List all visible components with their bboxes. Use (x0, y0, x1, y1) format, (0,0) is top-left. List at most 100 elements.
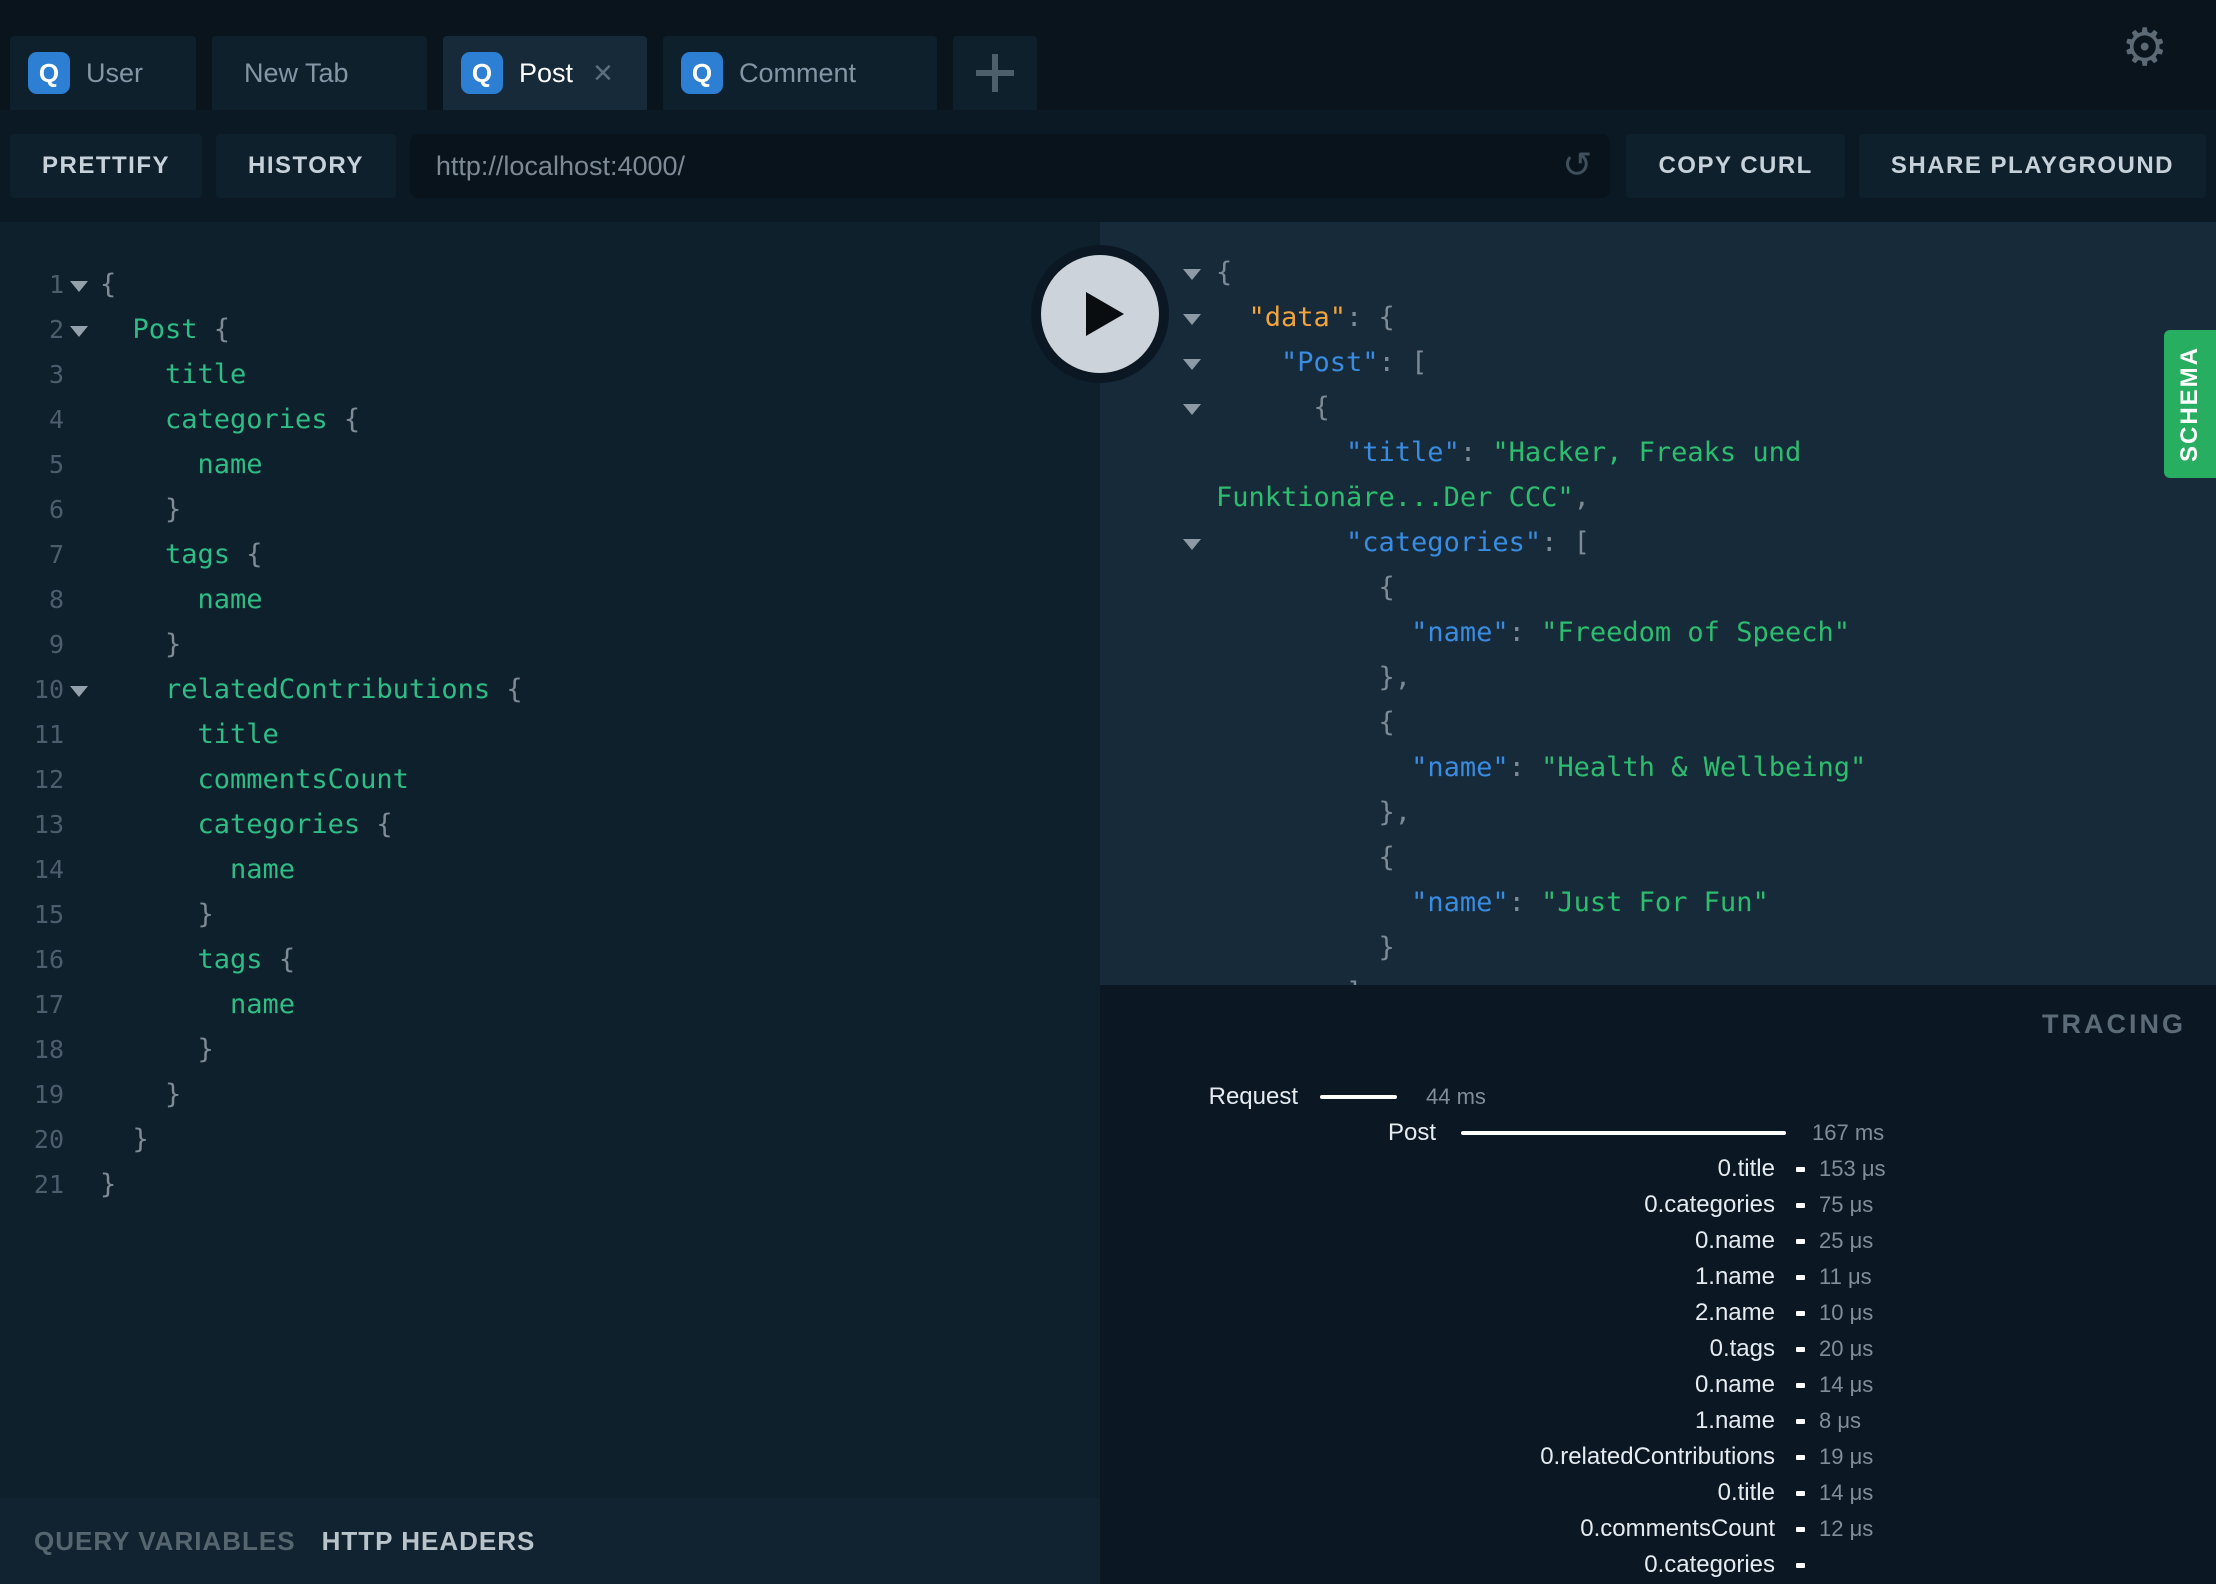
execute-query-button[interactable] (1031, 245, 1169, 383)
history-button[interactable]: HISTORY (216, 134, 396, 198)
endpoint-url-input[interactable] (409, 134, 1611, 198)
trace-row: 2.name 10 μs (1100, 1295, 2216, 1331)
trace-row: Request 44 ms (1100, 1079, 2216, 1115)
tab-label: New Tab (244, 57, 349, 88)
copy-curl-button[interactable]: COPY CURL (1626, 134, 1845, 198)
plus-icon (976, 54, 1014, 92)
tracing-title: TRACING (2042, 1009, 2186, 1039)
editor-line: 8 name (0, 577, 1100, 622)
line-number: 3 (48, 360, 64, 389)
http-headers-tab[interactable]: HTTP HEADERS (322, 1526, 536, 1557)
line-number: 15 (33, 900, 64, 929)
trace-duration-value: 14 μs (1819, 1480, 1874, 1505)
response-line: { (1100, 250, 2216, 295)
fold-arrow-icon[interactable] (70, 686, 88, 697)
collapse-arrow-icon[interactable] (1183, 269, 1201, 280)
query-pane: 1{2 Post {3 title 4 categories {5 name 6} 7 tags… (0, 222, 1100, 1584)
add-tab-button[interactable] (953, 36, 1037, 110)
line-number: 16 (33, 945, 64, 974)
trace-dash-icon (1796, 1418, 1805, 1424)
editor-line: 2 Post { (0, 307, 1100, 352)
line-number: 2 (48, 315, 64, 344)
trace-label: 0.title (1717, 1479, 1775, 1506)
trace-duration-value: 25 μs (1819, 1228, 1874, 1253)
response-line: "data": { (1100, 295, 2216, 340)
result-pane: {"data": {"Post": [{"title": "Hacker, Fr… (1100, 222, 2216, 1584)
tab-new-tab[interactable]: New Tab (212, 36, 427, 110)
response-line: "Post": [ (1100, 340, 2216, 385)
editor-line: 20} (0, 1117, 1100, 1162)
line-number: 21 (33, 1170, 64, 1199)
trace-label: 0.commentsCount (1580, 1515, 1775, 1542)
line-number: 13 (33, 810, 64, 839)
toolbar: PRETTIFY HISTORY ↺ COPY CURL SHARE PLAYG… (0, 110, 2216, 222)
trace-dash-icon (1796, 1490, 1805, 1496)
editor-line: 15} (0, 892, 1100, 937)
tab-comment[interactable]: Q Comment (663, 36, 937, 110)
trace-label: 2.name (1694, 1299, 1775, 1326)
trace-dash-icon (1796, 1382, 1805, 1388)
trace-row: 0.relatedContributions 19 μs (1100, 1439, 2216, 1475)
response-line: } (1378, 932, 1395, 963)
line-number: 20 (33, 1125, 64, 1154)
collapse-arrow-icon[interactable] (1183, 359, 1201, 370)
reload-icon[interactable]: ↺ (1562, 144, 1592, 186)
trace-duration-value: 167 ms (1812, 1120, 1885, 1145)
response-line: { (1100, 385, 2216, 430)
trace-dash-icon (1796, 1238, 1805, 1244)
response-line: "name": "Freedom of Speech" (1411, 617, 1850, 648)
editor-line: 13 categories { (0, 802, 1100, 847)
editor-line: 12 commentsCount (0, 757, 1100, 802)
trace-label: 0.title (1717, 1155, 1775, 1182)
trace-dash-icon (1796, 1310, 1805, 1316)
collapse-arrow-icon[interactable] (1183, 539, 1201, 550)
editor-line: 9} (0, 622, 1100, 667)
trace-row: 0.title 14 μs (1100, 1475, 2216, 1511)
trace-duration-value: 12 μs (1819, 1516, 1874, 1541)
line-number: 12 (33, 765, 64, 794)
response-line: Funktionäre...Der CCC", (1216, 482, 1590, 513)
trace-row: 0.name 14 μs (1100, 1367, 2216, 1403)
trace-label: 0.tags (1709, 1335, 1775, 1362)
close-tab-icon[interactable]: × (593, 56, 613, 90)
trace-duration-value: 153 μs (1819, 1156, 1886, 1181)
editor-line: 6} (0, 487, 1100, 532)
trace-row: 0.categories 75 μs (1100, 1187, 2216, 1223)
response-line: { (1378, 707, 1395, 738)
line-number: 6 (48, 495, 64, 524)
trace-duration-value: 19 μs (1819, 1444, 1874, 1469)
trace-label: 0.categories (1644, 1191, 1775, 1218)
editor-line: 5 name (0, 442, 1100, 487)
editor-line: 18} (0, 1027, 1100, 1072)
collapse-arrow-icon[interactable] (1183, 404, 1201, 415)
trace-label: 0.categories (1644, 1551, 1775, 1578)
schema-tab-label: SCHEMA (2176, 345, 2203, 462)
trace-dash-icon (1796, 1346, 1805, 1352)
tab-label: User (86, 57, 144, 88)
query-badge: Q (28, 52, 70, 94)
share-playground-button[interactable]: SHARE PLAYGROUND (1858, 134, 2206, 198)
endpoint-url-wrap: ↺ (409, 134, 1611, 198)
prettify-button[interactable]: PRETTIFY (10, 134, 203, 198)
tab-post[interactable]: Q Post × (443, 36, 647, 110)
schema-tab[interactable]: SCHEMA (2164, 330, 2216, 478)
tab-user[interactable]: Q User (10, 36, 196, 110)
collapse-arrow-icon[interactable] (1183, 314, 1201, 325)
query-variables-tab[interactable]: QUERY VARIABLES (34, 1526, 296, 1557)
editor-line: 21} (0, 1162, 1100, 1207)
settings-gear-icon[interactable]: ⚙ (2121, 22, 2168, 74)
response-line: ] (1100, 970, 2216, 985)
trace-label: 1.name (1694, 1263, 1775, 1290)
trace-label: 1.name (1694, 1407, 1775, 1434)
response-viewer[interactable]: {"data": {"Post": [{"title": "Hacker, Fr… (1100, 222, 2216, 985)
trace-dash-icon (1796, 1454, 1805, 1460)
query-badge: Q (461, 52, 503, 94)
play-icon (1041, 255, 1159, 373)
query-editor[interactable]: 1{2 Post {3 title 4 categories {5 name 6} 7 tags… (0, 222, 1100, 1498)
fold-arrow-icon[interactable] (70, 281, 88, 292)
line-number: 14 (33, 855, 64, 884)
editor-line: 11 title (0, 712, 1100, 757)
trace-duration-bar (1320, 1095, 1397, 1099)
fold-arrow-icon[interactable] (70, 326, 88, 337)
trace-label: 0.relatedContributions (1540, 1443, 1775, 1470)
